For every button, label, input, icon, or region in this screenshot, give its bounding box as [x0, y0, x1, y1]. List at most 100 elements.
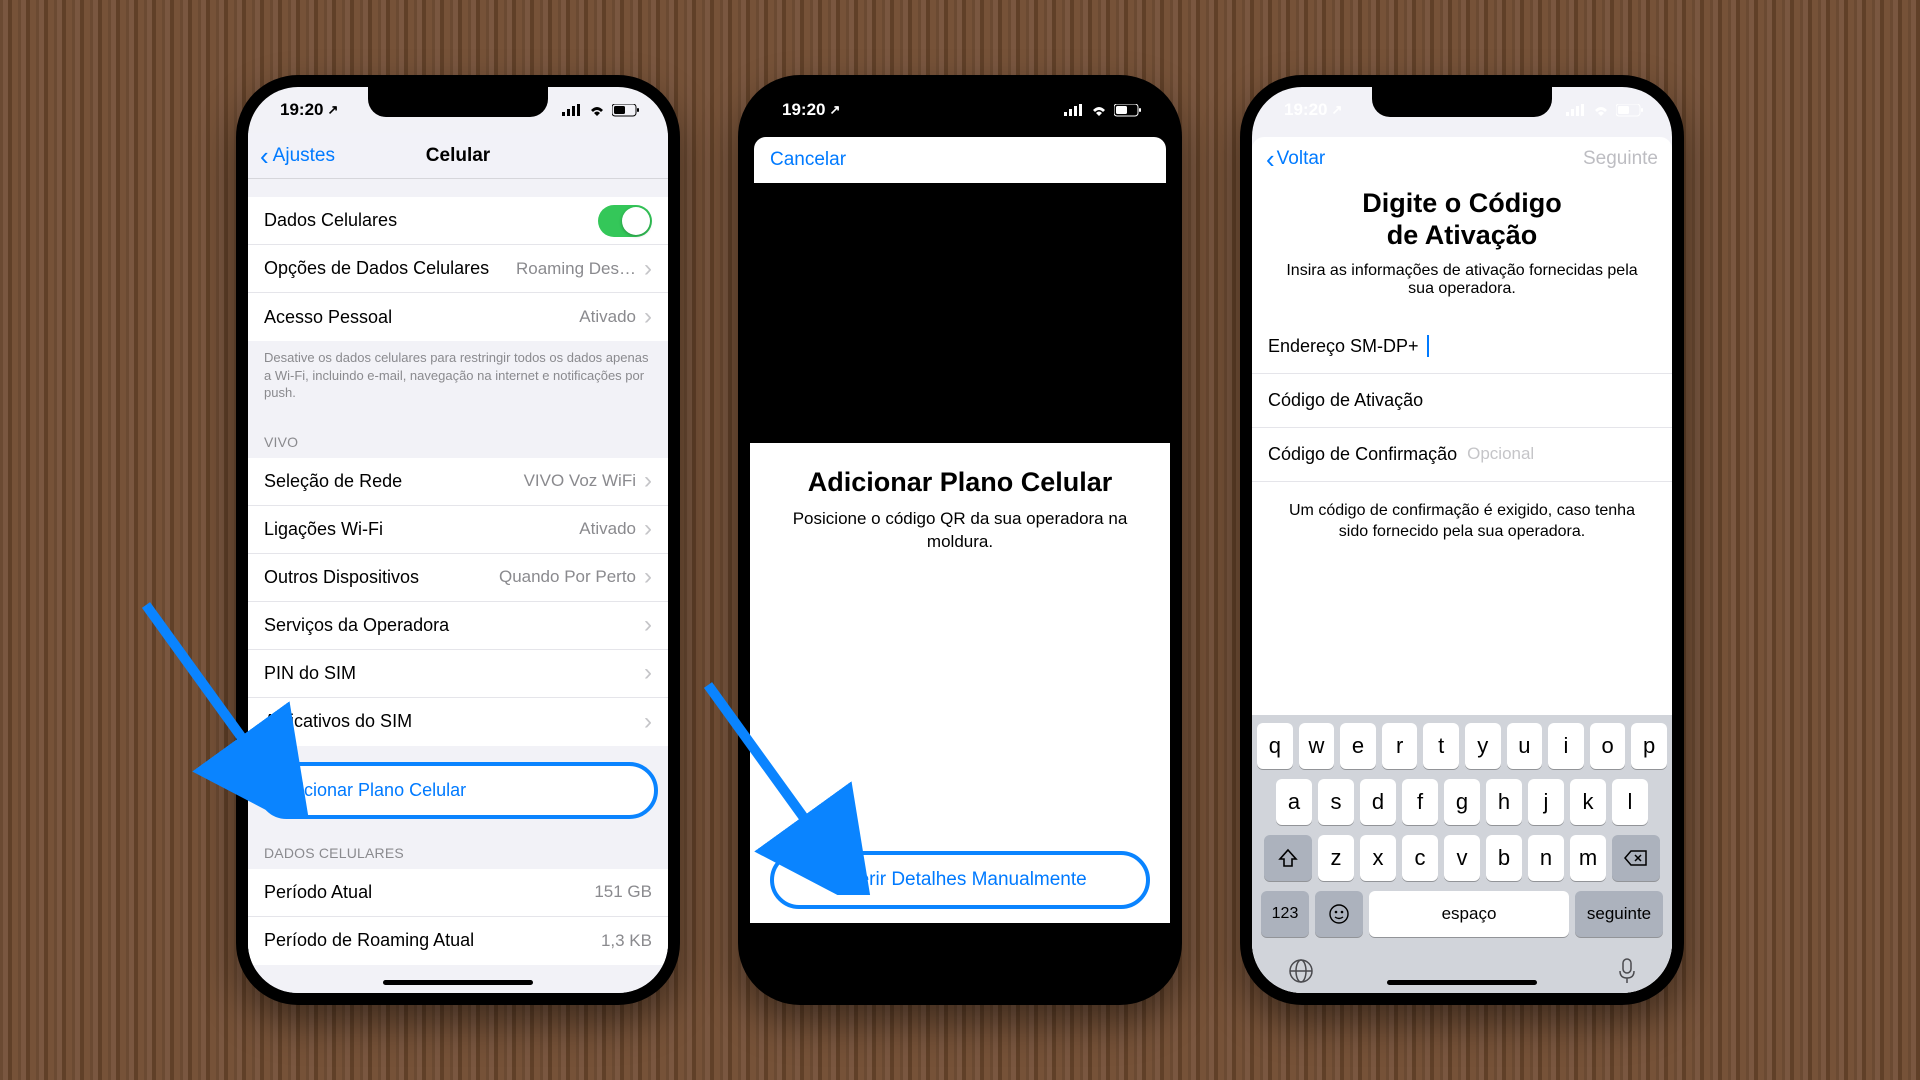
kb-row-4: 123 espaço seguinte [1257, 891, 1667, 937]
key-g[interactable]: g [1444, 779, 1480, 825]
key-s[interactable]: s [1318, 779, 1354, 825]
key-w[interactable]: w [1299, 723, 1335, 769]
key-q[interactable]: q [1257, 723, 1293, 769]
key-r[interactable]: r [1382, 723, 1418, 769]
row-current-period[interactable]: Período Atual 151 GB [248, 869, 668, 917]
chevron-right-icon: › [644, 708, 652, 736]
page-title: Digite o Código de Ativação [1276, 187, 1648, 252]
chevron-right-icon: › [644, 659, 652, 687]
kb-row-3: z x c v b n m [1257, 835, 1667, 881]
key-e[interactable]: e [1340, 723, 1376, 769]
chevron-right-icon: › [644, 515, 652, 543]
mic-icon[interactable] [1617, 957, 1637, 985]
add-plan-button[interactable]: Adicionar Plano Celular [258, 762, 658, 819]
globe-icon[interactable] [1287, 957, 1315, 985]
qr-card: Adicionar Plano Celular Posicione o códi… [750, 443, 1170, 923]
key-d[interactable]: d [1360, 779, 1396, 825]
key-t[interactable]: t [1423, 723, 1459, 769]
chevron-left-icon: ‹ [1266, 144, 1275, 175]
section-header-data: DADOS CELULARES [248, 827, 668, 869]
key-emoji[interactable] [1315, 891, 1363, 937]
key-m[interactable]: m [1570, 835, 1606, 881]
status-time: 19:20 [782, 100, 825, 120]
key-y[interactable]: y [1465, 723, 1501, 769]
status-time: 19:20 [1284, 100, 1327, 120]
chevron-right-icon: › [644, 255, 652, 283]
key-v[interactable]: v [1444, 835, 1480, 881]
chevron-right-icon: › [644, 467, 652, 495]
form-note: Um código de confirmação é exigido, caso… [1274, 500, 1650, 543]
key-b[interactable]: b [1486, 835, 1522, 881]
field-smdp[interactable]: Endereço SM-DP+ [1252, 320, 1672, 374]
nav-bar: ‹ Ajustes Celular [248, 133, 668, 179]
text-cursor [1427, 335, 1429, 357]
key-j[interactable]: j [1528, 779, 1564, 825]
row-network-selection[interactable]: Seleção de Rede VIVO Voz WiFi › [248, 458, 668, 506]
key-a[interactable]: a [1276, 779, 1312, 825]
key-f[interactable]: f [1402, 779, 1438, 825]
battery-icon [1616, 104, 1644, 117]
cellular-icon [562, 104, 582, 116]
row-other-devices[interactable]: Outros Dispositivos Quando Por Perto › [248, 554, 668, 602]
row-wifi-calling[interactable]: Ligações Wi-Fi Ativado › [248, 506, 668, 554]
key-p[interactable]: p [1631, 723, 1667, 769]
page-title: Celular [248, 145, 668, 167]
location-icon: ↗ [1331, 102, 1342, 118]
cellular-icon [1566, 104, 1586, 116]
field-confirmation-code[interactable]: Código de Confirmação Opcional [1252, 428, 1672, 482]
row-roaming-period[interactable]: Período de Roaming Atual 1,3 KB [248, 917, 668, 965]
key-space[interactable]: espaço [1369, 891, 1569, 937]
location-icon: ↗ [327, 102, 338, 118]
key-shift[interactable] [1264, 835, 1312, 881]
key-h[interactable]: h [1486, 779, 1522, 825]
row-sim-apps[interactable]: Aplicativos do SIM › [248, 698, 668, 746]
row-sim-pin[interactable]: PIN do SIM › [248, 650, 668, 698]
phone-qr-scan: 19:20 ↗ Cancelar Adicionar Plano Celular… [738, 75, 1182, 1005]
battery-icon [612, 104, 640, 117]
row-cellular-data[interactable]: Dados Celulares [248, 197, 668, 245]
key-backspace[interactable] [1612, 835, 1660, 881]
key-123[interactable]: 123 [1261, 891, 1309, 937]
home-indicator[interactable] [1387, 980, 1537, 985]
key-k[interactable]: k [1570, 779, 1606, 825]
shift-icon [1278, 848, 1298, 868]
battery-icon [1114, 104, 1142, 117]
row-data-options[interactable]: Opções de Dados Celulares Roaming Des… › [248, 245, 668, 293]
chevron-right-icon: › [644, 611, 652, 639]
status-time: 19:20 [280, 100, 323, 120]
card-title: Adicionar Plano Celular [808, 467, 1113, 498]
field-activation-code[interactable]: Código de Ativação [1252, 374, 1672, 428]
back-button[interactable]: ‹ Voltar [1266, 144, 1325, 175]
key-z[interactable]: z [1318, 835, 1354, 881]
kb-row-1: q w e r t y u i o p [1257, 723, 1667, 769]
chevron-right-icon: › [644, 303, 652, 331]
camera-view [750, 183, 1170, 443]
card-subtitle: Posicione o código QR da sua operadora n… [770, 508, 1150, 554]
enter-manually-button[interactable]: Inserir Detalhes Manualmente [770, 851, 1150, 909]
modal-header: Cancelar [754, 137, 1166, 183]
toggle-on-icon[interactable] [598, 205, 652, 237]
cancel-button[interactable]: Cancelar [770, 149, 846, 171]
key-next[interactable]: seguinte [1575, 891, 1663, 937]
sheet-navbar: ‹ Voltar Seguinte [1252, 137, 1672, 181]
page-subtitle: Insira as informações de ativação fornec… [1272, 262, 1652, 298]
chevron-right-icon: › [644, 563, 652, 591]
row-personal-hotspot[interactable]: Acesso Pessoal Ativado › [248, 293, 668, 341]
key-c[interactable]: c [1402, 835, 1438, 881]
row-carrier-services[interactable]: Serviços da Operadora › [248, 602, 668, 650]
wifi-icon [588, 104, 606, 117]
kb-row-2: a s d f g h j k l [1257, 779, 1667, 825]
key-x[interactable]: x [1360, 835, 1396, 881]
key-l[interactable]: l [1612, 779, 1648, 825]
key-o[interactable]: o [1590, 723, 1626, 769]
home-indicator[interactable] [885, 980, 1035, 985]
home-indicator[interactable] [383, 980, 533, 985]
key-i[interactable]: i [1548, 723, 1584, 769]
keyboard: q w e r t y u i o p a s d f g h [1252, 715, 1672, 993]
phone-settings: 19:20 ↗ ‹ Ajustes Celular Dados Celulare… [236, 75, 680, 1005]
key-n[interactable]: n [1528, 835, 1564, 881]
location-icon: ↗ [829, 102, 840, 118]
next-button[interactable]: Seguinte [1583, 148, 1658, 170]
key-u[interactable]: u [1507, 723, 1543, 769]
emoji-icon [1328, 903, 1350, 925]
